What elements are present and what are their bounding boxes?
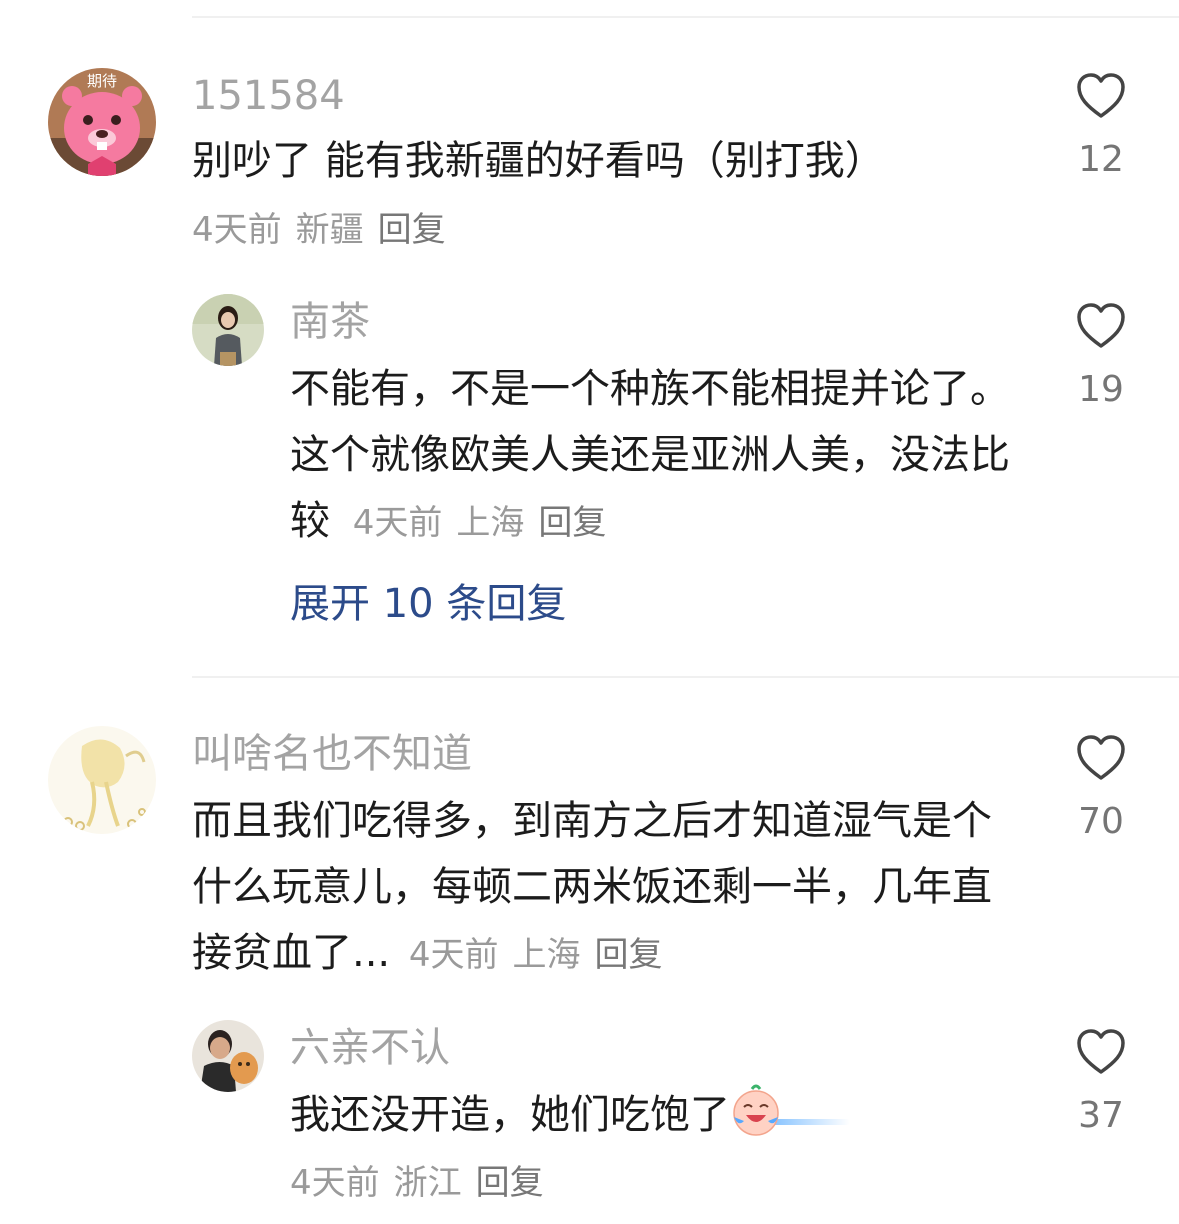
- comment-time: 4天前: [192, 210, 282, 250]
- heart-outline-icon: [1077, 73, 1125, 118]
- heart-outline-icon: [1077, 303, 1125, 348]
- heart-outline-icon: [1077, 735, 1125, 780]
- like-button[interactable]: 70: [1051, 734, 1151, 840]
- reply-button[interactable]: 回复: [538, 503, 606, 543]
- like-button[interactable]: 12: [1051, 72, 1151, 178]
- comment-location: 新疆: [295, 210, 364, 250]
- avatar[interactable]: 期待: [48, 68, 156, 176]
- like-count: 70: [1078, 801, 1124, 842]
- like-button[interactable]: 37: [1051, 1028, 1151, 1134]
- reply-button[interactable]: 回复: [595, 935, 663, 975]
- reply-text: 不能有，不是一个种族不能相提并论了。这个就像欧美人美还是亚洲人美，没法比较 4天…: [290, 356, 1010, 556]
- comment-username[interactable]: 151584: [192, 76, 345, 116]
- reply-button[interactable]: 回复: [476, 1163, 544, 1203]
- avatar[interactable]: [192, 294, 264, 366]
- reply-username[interactable]: 南茶: [290, 302, 370, 342]
- comment-divider: [192, 676, 1179, 678]
- avatar[interactable]: [48, 726, 156, 834]
- avatar-badge: 期待: [87, 72, 117, 90]
- reply-username[interactable]: 六亲不认: [290, 1028, 450, 1068]
- comment-meta: 4天前 上海 回复: [409, 935, 677, 975]
- like-count: 12: [1078, 139, 1124, 180]
- reply-text-content: 我还没开造，她们吃饱了: [290, 1092, 730, 1138]
- reply-location: 浙江: [393, 1163, 462, 1203]
- crying-laughing-face-emoji: [730, 1083, 850, 1139]
- reply-location: 上海: [456, 503, 525, 543]
- like-count: 19: [1078, 369, 1124, 410]
- comment-time: 4天前: [408, 935, 499, 975]
- like-button[interactable]: 19: [1051, 302, 1151, 408]
- comment-text: 别吵了 能有我新疆的好看吗（别打我）: [192, 138, 885, 184]
- comment-meta: 4天前 新疆 回复: [192, 213, 460, 247]
- comment-username[interactable]: 叫啥名也不知道: [192, 734, 472, 774]
- heart-outline-icon: [1077, 1029, 1125, 1074]
- comment-text: 而且我们吃得多，到南方之后才知道湿气是个什么玩意儿，每顿二两米饭还剩一半，几年直…: [192, 788, 1022, 988]
- reply-meta: 4天前 上海 回复: [353, 503, 621, 543]
- reply-time: 4天前: [352, 503, 443, 543]
- expand-replies-button[interactable]: 展开 10 条回复: [290, 584, 566, 624]
- reply-text: 我还没开造，她们吃饱了: [290, 1082, 1010, 1148]
- reply-time: 4天前: [290, 1163, 380, 1203]
- comment-location: 上海: [512, 935, 581, 975]
- top-divider: [192, 16, 1179, 18]
- reply-button[interactable]: 回复: [378, 210, 446, 250]
- like-count: 37: [1078, 1095, 1124, 1136]
- avatar[interactable]: [192, 1020, 264, 1092]
- reply-meta: 4天前 浙江 回复: [290, 1166, 558, 1200]
